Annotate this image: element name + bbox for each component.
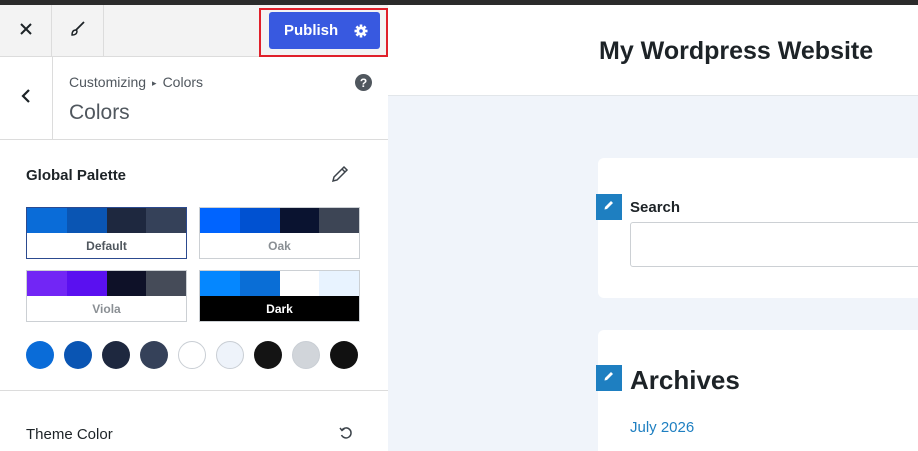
breadcrumb-current: Colors <box>162 74 204 90</box>
global-palette-label: Global Palette <box>26 167 127 184</box>
color-swatch-7[interactable] <box>254 341 282 369</box>
help-icon[interactable]: ? <box>355 74 372 91</box>
edit-shortcut-archives[interactable] <box>596 365 622 391</box>
palette-preset-default[interactable]: Default <box>26 207 187 259</box>
color-swatch-9[interactable] <box>330 341 358 369</box>
theme-color-label: Theme Color <box>26 426 113 443</box>
color-swatch-6[interactable] <box>216 341 244 369</box>
chevron-left-icon <box>20 88 32 109</box>
divider <box>0 390 388 391</box>
publish-label: Publish <box>284 22 339 39</box>
pencil-icon[interactable] <box>330 164 350 189</box>
breadcrumb-parent: Customizing <box>69 74 147 90</box>
edit-shortcut-search[interactable] <box>596 194 622 220</box>
colors-panel: Global Palette Default Oak Viola Dark Th… <box>0 140 388 451</box>
palette-preset-oak[interactable]: Oak <box>199 207 360 259</box>
customizer-sidebar: Publish Customizing ▸ Colors Colors ? Glob… <box>0 5 388 451</box>
palette-swatch-strip <box>27 271 186 296</box>
palette-color-swatches <box>26 341 368 369</box>
pencil-icon <box>603 198 615 216</box>
brush-icon <box>69 20 87 43</box>
palette-name: Oak <box>268 238 291 253</box>
color-swatch-2[interactable] <box>64 341 92 369</box>
section-header: Customizing ▸ Colors Colors ? <box>0 57 388 140</box>
color-swatch-5[interactable] <box>178 341 206 369</box>
palette-name: Viola <box>92 301 121 316</box>
section-title: Colors <box>69 101 130 124</box>
palette-preset-dark[interactable]: Dark <box>199 270 360 322</box>
site-title[interactable]: My Wordpress Website <box>599 37 873 66</box>
reset-icon[interactable] <box>338 425 354 446</box>
site-header: My Wordpress Website <box>388 5 918 96</box>
color-swatch-3[interactable] <box>102 341 130 369</box>
palette-swatch-strip <box>200 208 359 233</box>
brush-button[interactable] <box>52 5 104 57</box>
palette-swatch-strip <box>27 208 186 233</box>
breadcrumb: Customizing ▸ Colors <box>69 74 203 90</box>
palette-name: Default <box>86 238 127 253</box>
breadcrumb-separator: ▸ <box>152 78 157 88</box>
search-input[interactable] <box>630 222 918 267</box>
palette-name: Dark <box>200 296 359 321</box>
gear-icon[interactable] <box>354 24 368 38</box>
palette-preset-viola[interactable]: Viola <box>26 270 187 322</box>
color-swatch-1[interactable] <box>26 341 54 369</box>
publish-button[interactable]: Publish <box>269 12 380 49</box>
close-button[interactable] <box>0 5 52 57</box>
palette-swatch-strip <box>200 271 359 296</box>
customizer-toolbar: Publish <box>0 5 388 57</box>
color-swatch-4[interactable] <box>140 341 168 369</box>
archive-link[interactable]: July 2026 <box>630 419 694 436</box>
pencil-icon <box>603 369 615 387</box>
color-swatch-8[interactable] <box>292 341 320 369</box>
back-button[interactable] <box>0 57 53 140</box>
archives-heading: Archives <box>630 365 740 395</box>
search-label: Search <box>630 199 681 216</box>
close-icon <box>19 22 33 41</box>
site-preview: My Wordpress Website Search Archives Jul… <box>388 5 918 451</box>
